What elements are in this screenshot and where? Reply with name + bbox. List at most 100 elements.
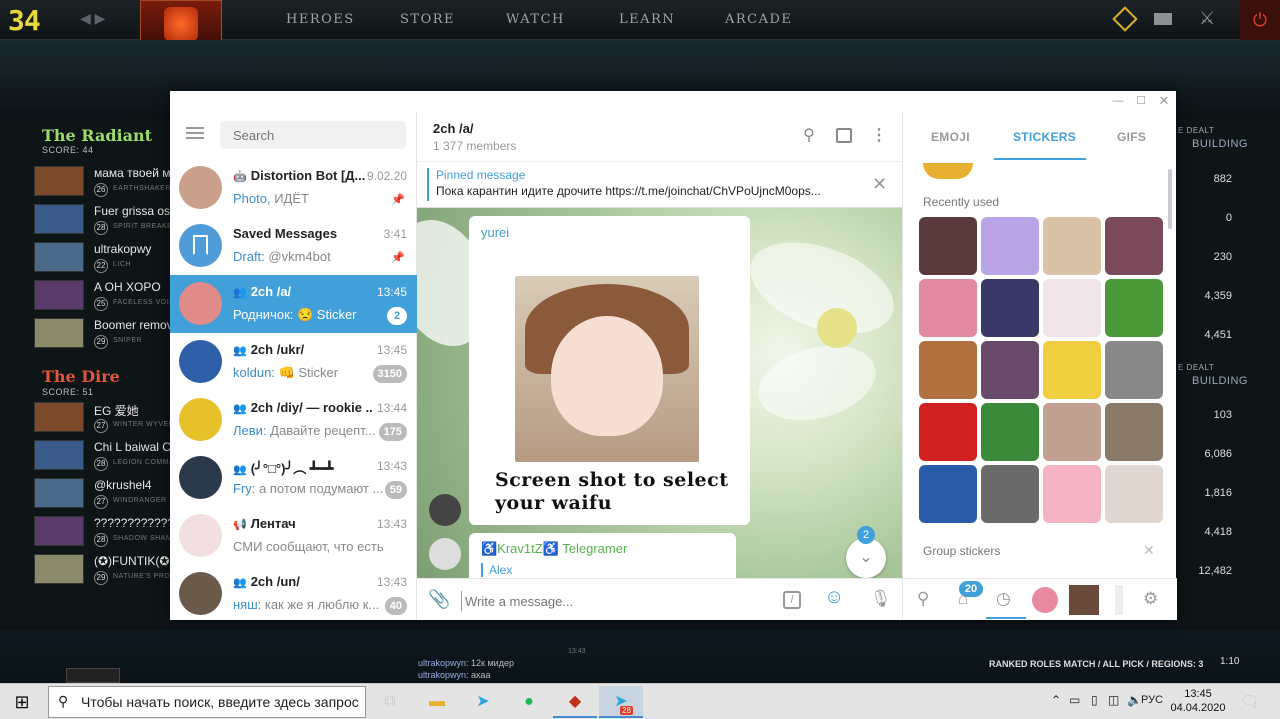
chat-item[interactable]: 📢Лентач 13:43 СМИ сообщают, что есть по... xyxy=(170,507,417,565)
chat-item[interactable]: Saved Messages 3:41 Draft: @vkm4bot 📌 xyxy=(170,217,417,275)
scroll-down-button[interactable]: ⌄ xyxy=(846,538,886,578)
attach-icon[interactable]: 📎 xyxy=(428,589,450,610)
mail-icon[interactable] xyxy=(1154,13,1172,25)
tab-stickers[interactable]: STICKERS xyxy=(1013,130,1076,144)
sticker[interactable] xyxy=(919,465,977,523)
nav-watch[interactable]: WATCH xyxy=(506,12,565,27)
sticker[interactable] xyxy=(1043,341,1101,399)
sticker[interactable] xyxy=(919,341,977,399)
battery-icon[interactable]: ▯ xyxy=(1091,693,1098,707)
sidebar-toggle-icon[interactable] xyxy=(836,128,852,143)
sticker[interactable] xyxy=(1105,279,1163,337)
sticker-partial[interactable] xyxy=(923,163,973,179)
message-bubble[interactable]: yurei Screen shot to select your waifu xyxy=(469,216,750,525)
player-row[interactable]: EG 爱她27 WINTER WYVERN xyxy=(34,400,171,434)
chat-item[interactable]: 👥 2ch /ukr/13:45 koldun: 👊 Sticker 3150 xyxy=(170,333,417,391)
scrollbar[interactable] xyxy=(1168,169,1172,229)
armory-icon[interactable]: ⚔ xyxy=(1199,8,1215,29)
player-row[interactable]: A OH XOPO 25 FACELESS VOID xyxy=(34,278,171,312)
message-input[interactable] xyxy=(461,591,741,611)
chat-item[interactable]: 👥 (╯°□°)╯︵ ┻━┻ 13:43 Fry: а потом подумают … xyxy=(170,449,417,507)
player-row[interactable]: ?????????????? 28 SHADOW SHAMAN xyxy=(34,514,171,548)
sticker-set-thumb[interactable] xyxy=(1069,585,1099,615)
volume-icon[interactable]: 🔈 xyxy=(1127,693,1142,707)
avatar[interactable] xyxy=(429,494,461,526)
sticker-set-thumb[interactable] xyxy=(1032,587,1058,613)
menu-dots-icon[interactable] xyxy=(66,668,120,683)
nav-store[interactable]: STORE xyxy=(400,12,455,27)
chevron-up-icon[interactable]: ⌃ xyxy=(1051,693,1061,707)
sticker[interactable] xyxy=(919,403,977,461)
tab-gifs[interactable]: GIFS xyxy=(1117,130,1146,144)
sticker[interactable] xyxy=(1043,403,1101,461)
tab-emoji[interactable]: EMOJI xyxy=(931,130,970,144)
more-options-icon[interactable]: ⋮ xyxy=(870,127,888,145)
sticker[interactable] xyxy=(1105,341,1163,399)
player-row[interactable]: Chi L baiwal Ch 28 LEGION COMMANDER xyxy=(34,438,171,472)
player-row[interactable]: ultrakopwy 22 LICH xyxy=(34,240,170,274)
player-row[interactable]: (✪)FUNTIK(✪ 29 NATURE'S PROPHET xyxy=(34,552,171,586)
chat-title[interactable]: 2ch /a/ xyxy=(433,121,473,136)
message-author[interactable]: yurei xyxy=(481,225,509,240)
spotify-icon[interactable]: ● xyxy=(507,686,551,718)
recent-clock-icon[interactable]: ◷ xyxy=(996,589,1011,609)
sticker[interactable] xyxy=(1105,465,1163,523)
dota-taskbar-icon[interactable]: ◆ xyxy=(553,686,597,718)
language-indicator[interactable]: РУС xyxy=(1141,694,1163,706)
plus-icon[interactable] xyxy=(1112,6,1138,32)
sticker[interactable] xyxy=(981,279,1039,337)
emoji-icon[interactable]: ☺ xyxy=(824,586,844,609)
sticker-image[interactable] xyxy=(515,276,699,462)
nav-heroes[interactable]: HEROES xyxy=(286,12,355,27)
chat-item[interactable]: 👥 2ch /un/13:43 няш: как же я люблю к... 40 xyxy=(170,565,417,623)
bot-command-icon[interactable]: / xyxy=(783,591,801,609)
player-row[interactable]: мама твоей мам 26 EARTHSHAKER xyxy=(34,164,170,198)
nav-learn[interactable]: LEARN xyxy=(619,12,675,27)
back-arrows-icon[interactable]: ◀ ▶ xyxy=(80,10,105,27)
pinned-message[interactable]: Pinned message Пока карантин идите дрочи… xyxy=(417,162,902,208)
chat-item[interactable]: 👥 2ch /diy/ — rookie ... 13:44 Леви: Давайт… xyxy=(170,391,417,449)
close-icon[interactable]: ✕ xyxy=(1143,542,1155,559)
search-input[interactable] xyxy=(220,121,406,149)
reply-preview[interactable]: Alex xyxy=(481,563,512,577)
player-row[interactable]: @krushel4 27 WINDRANGER xyxy=(34,476,170,510)
sticker[interactable] xyxy=(1043,279,1101,337)
hamburger-menu-icon[interactable] xyxy=(186,127,204,139)
sticker[interactable] xyxy=(981,341,1039,399)
search-icon[interactable]: ⚲ xyxy=(800,127,818,145)
chat-item[interactable]: 🤖 Distortion Bot [Д... 9.02.20 Photo, ИДЁТ 📌 xyxy=(170,159,417,217)
message-bubble[interactable]: ♿Krav1tZ♿ Telegramer Alex xyxy=(469,533,736,578)
nav-arcade[interactable]: ARCADE xyxy=(725,12,792,27)
sticker[interactable] xyxy=(1043,465,1101,523)
power-icon[interactable]: ⏻ xyxy=(1240,0,1280,40)
microphone-icon[interactable]: 🎙 xyxy=(870,589,892,609)
task-view-icon[interactable]: ⧉ xyxy=(368,686,412,718)
close-icon[interactable]: ✕ xyxy=(1154,93,1174,109)
sticker[interactable] xyxy=(1105,217,1163,275)
sticker[interactable] xyxy=(981,403,1039,461)
gear-icon[interactable]: ⚙ xyxy=(1143,589,1158,609)
maximize-icon[interactable]: ☐ xyxy=(1131,93,1151,109)
avatar[interactable] xyxy=(429,538,461,570)
sticker[interactable] xyxy=(919,279,977,337)
windows-start-icon[interactable]: ⊞ xyxy=(0,684,44,719)
sticker[interactable] xyxy=(981,465,1039,523)
sticker[interactable] xyxy=(919,217,977,275)
chat-item[interactable]: 👥 2ch /a/13:45 Родничок: 😒 Sticker 2 xyxy=(170,275,417,333)
taskbar-search[interactable]: Чтобы начать поиск, введите здесь запрос xyxy=(48,686,366,718)
search-icon[interactable]: ⚲ xyxy=(917,589,929,609)
sticker-set-thumb[interactable] xyxy=(1115,585,1123,615)
minimize-icon[interactable]: — xyxy=(1108,93,1128,109)
file-explorer-icon[interactable]: ▬ xyxy=(415,686,459,718)
sticker[interactable] xyxy=(1043,217,1101,275)
clock[interactable]: 13:45 04.04.2020 xyxy=(1163,687,1233,715)
player-row[interactable]: Boomer remove 29 SNIPER xyxy=(34,316,170,350)
close-pinned-icon[interactable]: ✕ xyxy=(872,174,887,195)
sticker[interactable] xyxy=(1105,403,1163,461)
player-row[interactable]: Fuer grissa ost dra 28 SPIRIT BREAKER xyxy=(34,202,171,236)
network-icon[interactable]: ◫ xyxy=(1108,693,1119,707)
message-author[interactable]: ♿Krav1tZ♿ Telegramer xyxy=(481,541,627,557)
device-icon[interactable]: ▭ xyxy=(1069,693,1080,707)
telegram-taskbar-icon[interactable]: ➤ xyxy=(461,686,505,718)
sticker[interactable] xyxy=(981,217,1039,275)
